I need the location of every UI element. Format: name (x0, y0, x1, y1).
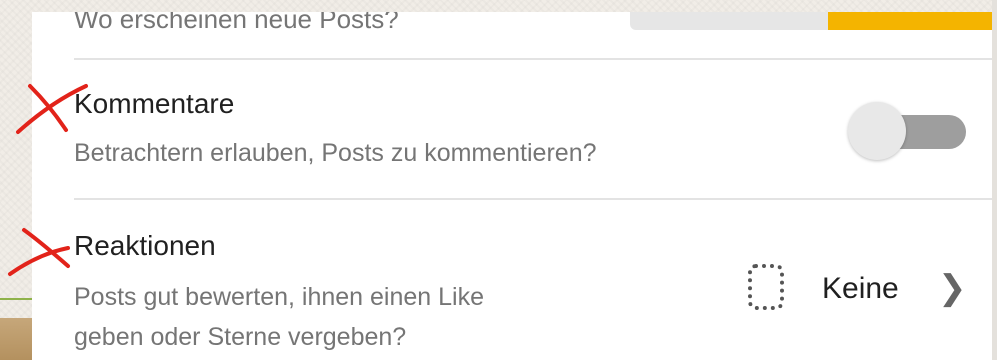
toggle-thumb (848, 102, 906, 160)
red-cross-mark-icon (8, 228, 70, 276)
post-position-slider[interactable] (630, 12, 992, 30)
settings-panel: Wo erscheinen neue Posts? Kommentare Bet… (32, 12, 992, 360)
reactions-value[interactable]: Keine (822, 272, 899, 306)
slider-fill (827, 12, 992, 30)
post-position-setting: Wo erscheinen neue Posts? (74, 12, 992, 58)
reactions-title: Reaktionen (74, 230, 216, 261)
chevron-right-icon[interactable]: ❯ (938, 268, 967, 308)
divider (74, 198, 992, 200)
dotted-square-icon (748, 264, 784, 310)
post-position-subtitle: Wo erscheinen neue Posts? (74, 12, 399, 34)
comments-toggle[interactable] (842, 102, 968, 160)
divider (74, 58, 992, 60)
comments-subtitle: Betrachtern erlauben, Posts zu kommentie… (74, 139, 597, 167)
comments-title: Kommentare (74, 88, 235, 119)
right-edge (992, 0, 997, 360)
reactions-subtitle-line2: geben oder Sterne vergeben? (74, 323, 407, 351)
red-cross-mark-icon (16, 84, 88, 134)
reactions-subtitle-line1: Posts gut bewerten, ihnen einen Like (74, 283, 484, 311)
